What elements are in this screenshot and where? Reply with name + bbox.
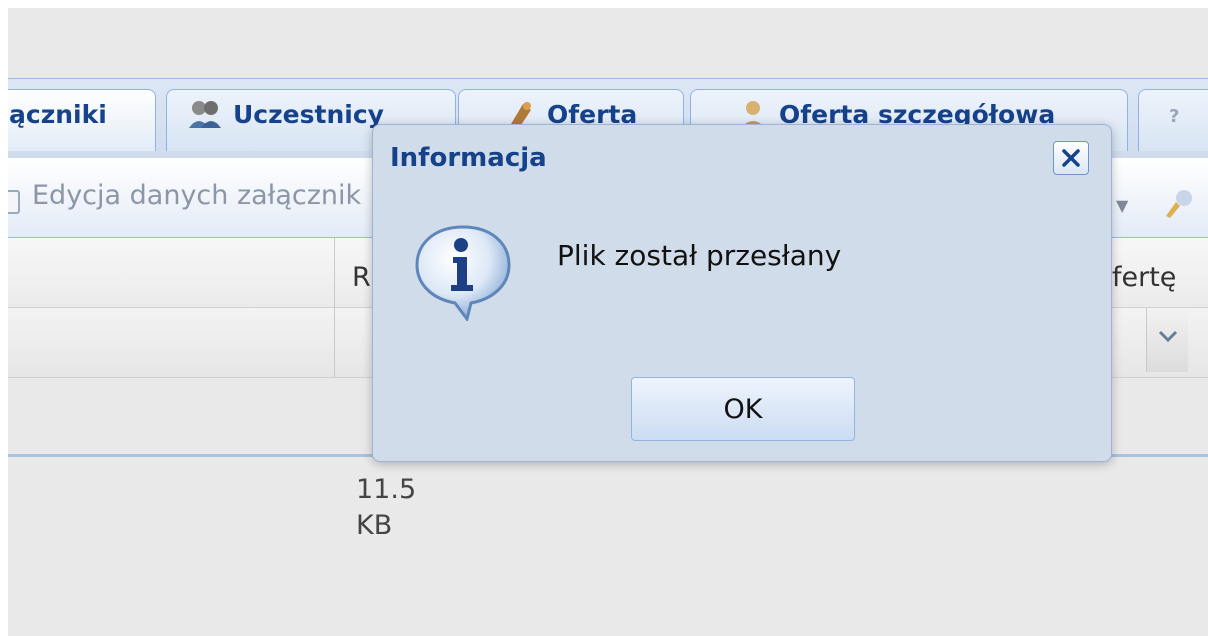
- tab-attachments[interactable]: ączniki: [8, 89, 156, 151]
- column-header-offer[interactable]: fertę: [1112, 262, 1176, 293]
- dialog-title: Informacja: [390, 143, 547, 173]
- column-header-size[interactable]: R: [352, 262, 371, 293]
- filter-dropdown-button[interactable]: [1146, 308, 1188, 372]
- file-size-unit: KB: [356, 510, 393, 541]
- tab-label: Uczestnicy: [233, 100, 384, 129]
- edit-attachment-icon: [8, 190, 20, 214]
- close-button[interactable]: [1053, 141, 1089, 175]
- close-icon: [1062, 149, 1080, 167]
- info-icon: [415, 225, 511, 321]
- file-size-value: 11.5: [356, 474, 417, 505]
- help-icon: ?: [1169, 106, 1180, 127]
- tab-label: ączniki: [9, 100, 107, 129]
- column-separator: [334, 238, 335, 378]
- dialog-message: Plik został przesłany: [557, 239, 842, 272]
- edit-attachment-button[interactable]: Edycja danych załącznik: [32, 180, 361, 211]
- ok-button[interactable]: OK: [631, 377, 855, 441]
- participants-icon: [189, 101, 221, 128]
- ok-button-label: OK: [723, 394, 763, 425]
- tools-icon[interactable]: [1158, 184, 1198, 220]
- chevron-down-icon: [1158, 330, 1178, 343]
- tab-help[interactable]: ?: [1138, 89, 1208, 151]
- dropdown-caret-icon[interactable]: ▼: [1116, 196, 1128, 215]
- information-dialog: Informacja Plik został przesłany OK: [372, 124, 1112, 462]
